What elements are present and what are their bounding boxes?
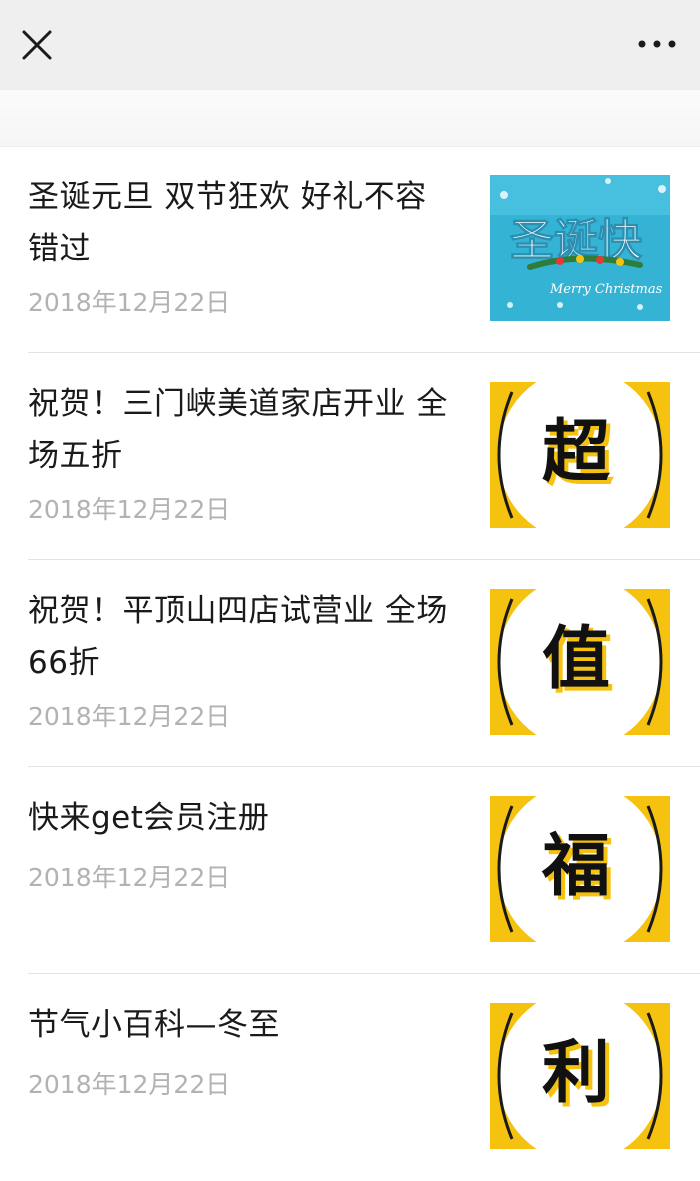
divider (28, 559, 700, 560)
article-thumbnail: 福 福 (490, 796, 670, 942)
article-item-winter-solstice[interactable]: 节气小百科—冬至 2018年12月22日 利 利 (0, 975, 700, 1181)
christmas-thumbnail-image: 圣诞快 Merry Christmas (490, 175, 670, 321)
article-item-christmas[interactable]: 圣诞元旦 双节狂欢 好礼不容错过 2018年12月22日 圣诞快 Merry C… (0, 147, 700, 353)
char-thumbnail-image: 超 超 (490, 382, 670, 528)
article-date: 2018年12月22日 (28, 1070, 231, 1099)
more-icon (638, 40, 676, 48)
article-date: 2018年12月22日 (28, 863, 231, 892)
article-title: 节气小百科—冬至 (28, 1007, 280, 1043)
more-options-button[interactable] (634, 24, 680, 66)
article-title: 圣诞元旦 双节狂欢 好礼不容错过 (28, 179, 427, 267)
top-bar (0, 0, 700, 90)
article-date: 2018年12月22日 (28, 288, 231, 317)
thumb-char: 福 (541, 827, 610, 906)
article-title: 祝贺！平顶山四店试营业 全场66折 (28, 593, 448, 681)
char-thumbnail-image: 值 值 (490, 589, 670, 735)
char-thumbnail-image: 利 利 (490, 1003, 670, 1149)
article-thumbnail: 超 超 (490, 382, 670, 528)
divider (28, 352, 700, 353)
divider (28, 766, 700, 767)
article-title: 祝贺！三门峡美道家店开业 全场五折 (28, 386, 448, 474)
article-item-pingdingshan-opening[interactable]: 祝贺！平顶山四店试营业 全场66折 2018年12月22日 值 值 (0, 561, 700, 767)
close-icon (22, 30, 52, 60)
article-item-sanmenxia-opening[interactable]: 祝贺！三门峡美道家店开业 全场五折 2018年12月22日 超 超 (0, 354, 700, 560)
char-thumbnail-image: 福 福 (490, 796, 670, 942)
thumb-char: 值 (542, 620, 610, 699)
article-date: 2018年12月22日 (28, 495, 231, 524)
article-thumbnail: 圣诞快 Merry Christmas (490, 175, 670, 321)
article-date: 2018年12月22日 (28, 702, 231, 731)
thumb-subheading: Merry Christmas (549, 282, 663, 297)
close-button[interactable] (16, 24, 58, 66)
article-thumbnail: 值 值 (490, 589, 670, 735)
divider (28, 973, 700, 974)
article-item-member-signup[interactable]: 快来get会员注册 2018年12月22日 福 福 (0, 768, 700, 974)
article-title: 快来get会员注册 (28, 800, 270, 836)
thumb-char: 利 (542, 1034, 610, 1113)
header-spacer (0, 90, 700, 147)
thumb-char: 超 (542, 413, 611, 492)
article-thumbnail: 利 利 (490, 1003, 670, 1149)
